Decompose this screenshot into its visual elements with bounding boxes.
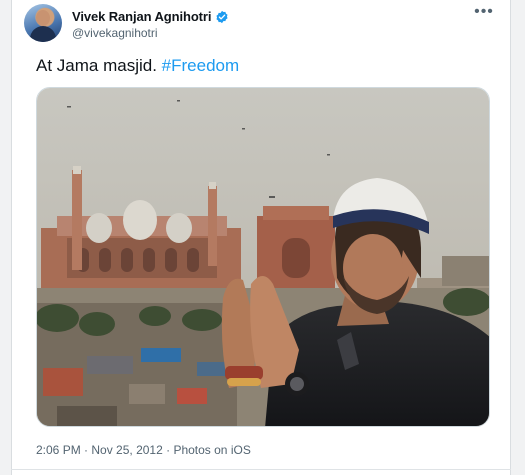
- author-display-name[interactable]: Vivek Ranjan Agnihotri: [72, 9, 211, 24]
- more-options-icon[interactable]: •••: [472, 4, 496, 20]
- avatar-face: [36, 10, 50, 26]
- tweet-time[interactable]: 2:06 PM: [36, 443, 81, 457]
- avatar[interactable]: [24, 4, 62, 42]
- tweet-source[interactable]: Photos on iOS: [173, 443, 250, 457]
- author-name-row[interactable]: Vivek Ranjan Agnihotri: [72, 9, 229, 24]
- tweet-meta: 2:06 PM · Nov 25, 2012 · Photos on iOS: [36, 443, 251, 457]
- meta-separator: ·: [80, 443, 92, 457]
- verified-badge-icon: [216, 10, 228, 23]
- hashtag-link[interactable]: #Freedom: [162, 56, 239, 75]
- tweet-photo[interactable]: [36, 87, 490, 427]
- avatar-shoulders: [30, 26, 56, 42]
- photo-image: [37, 88, 489, 426]
- tweet-date[interactable]: Nov 25, 2012: [91, 443, 162, 457]
- divider: [11, 469, 511, 470]
- tweet-text-body: At Jama masjid.: [36, 56, 162, 75]
- meta-separator: ·: [162, 443, 174, 457]
- author-handle[interactable]: @vivekagnihotri: [72, 26, 158, 40]
- tweet-text: At Jama masjid. #Freedom: [36, 56, 239, 76]
